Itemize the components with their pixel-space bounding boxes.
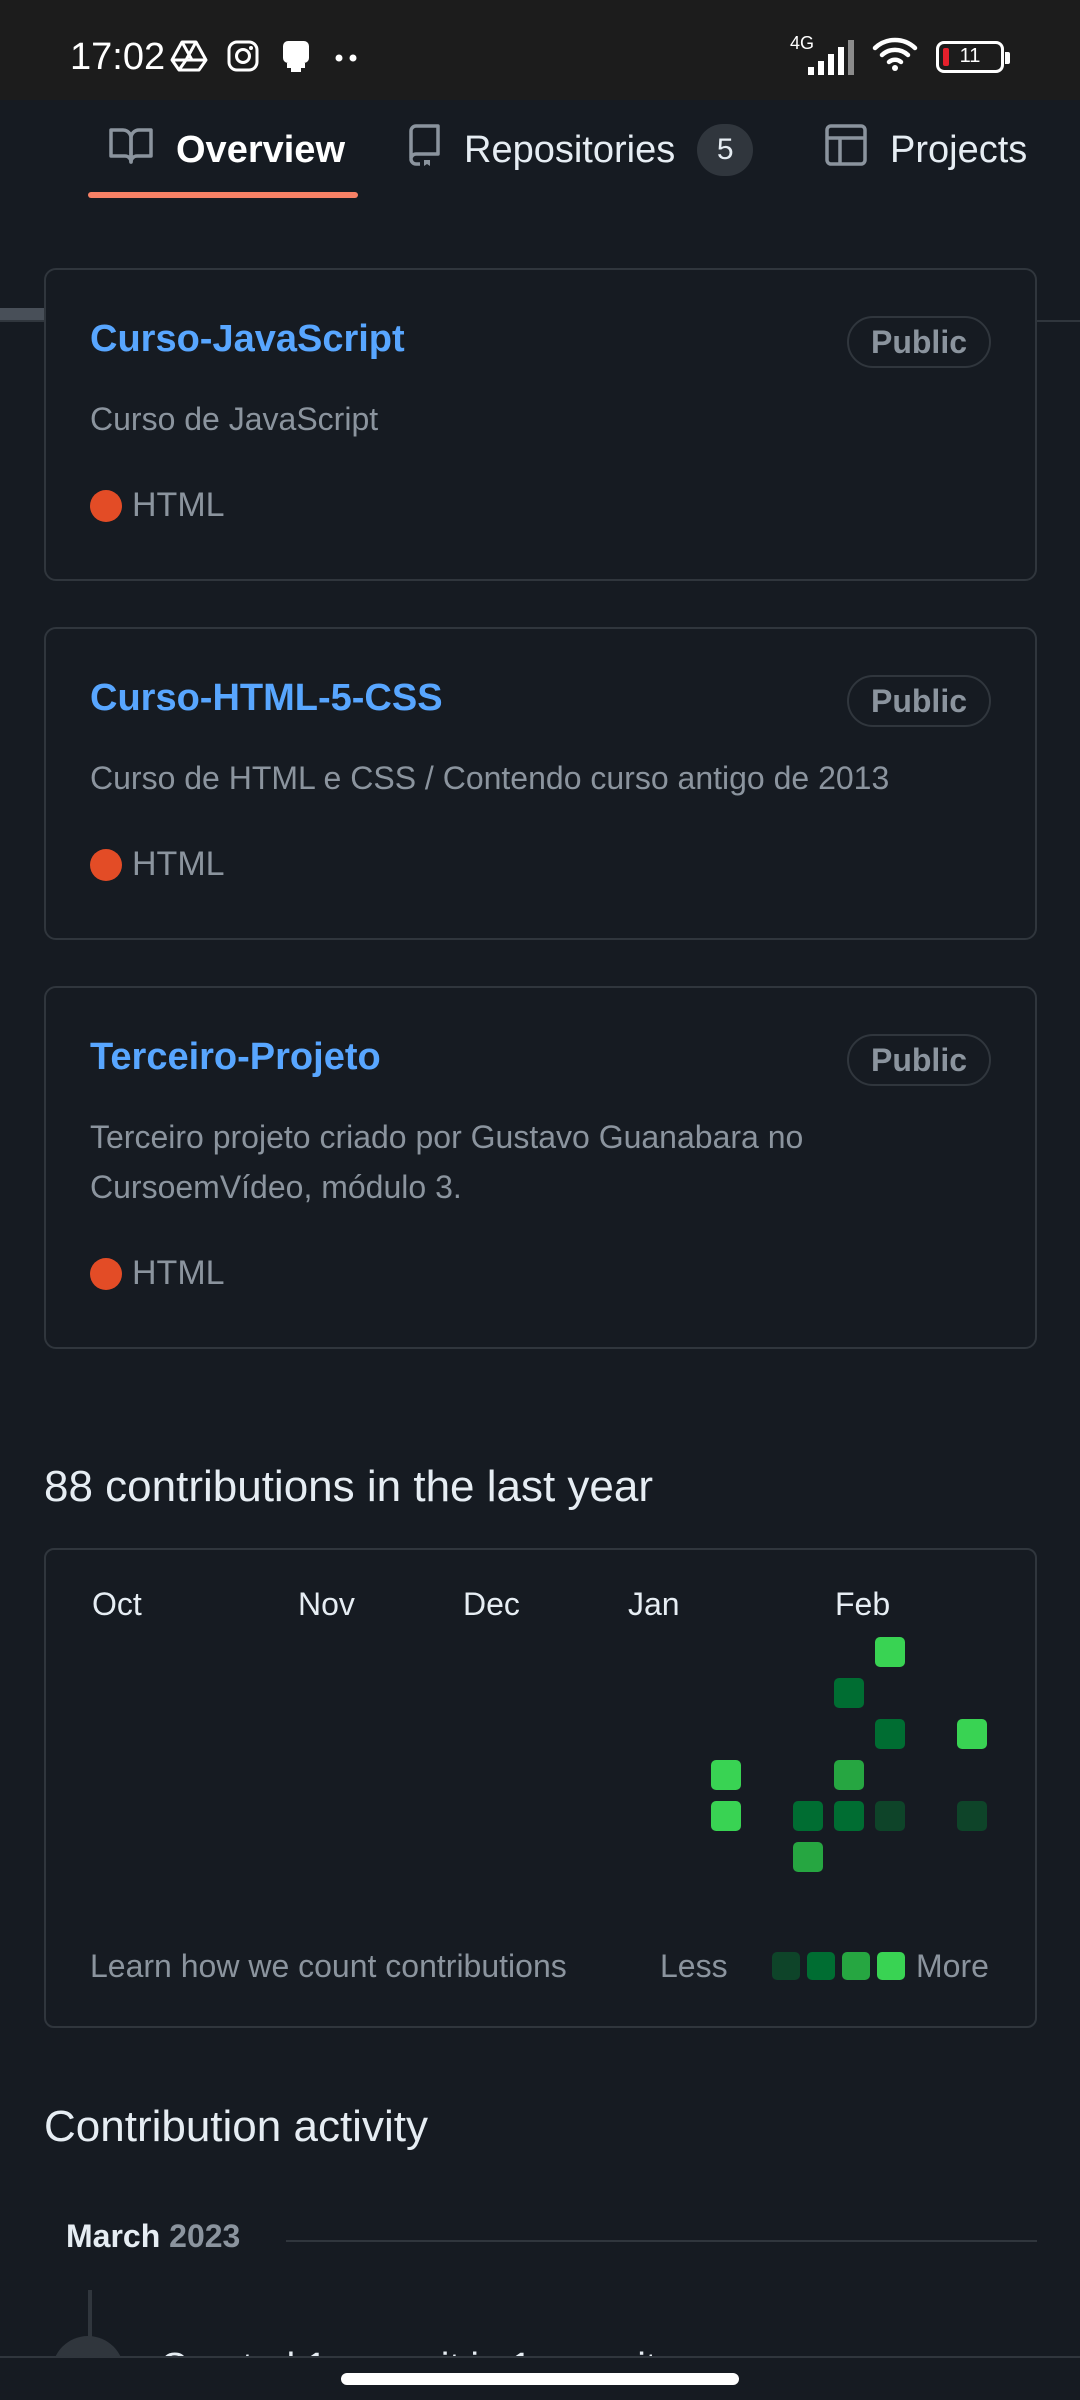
tab-projects[interactable]: Projects [824,100,1027,200]
repo-language-label: HTML [132,1254,225,1292]
legend-less-label: Less [660,1948,728,1984]
github-profile-screen: 17:02 4G 11 Overview Repositories 5 Proj… [0,0,1080,2400]
battery-low-level [943,47,949,66]
repo-language-label: HTML [132,845,225,883]
month-divider [286,2240,1037,2242]
status-bar: 17:02 4G 11 [0,0,1080,110]
home-indicator[interactable] [341,2373,739,2385]
contribution-day[interactable] [834,1760,864,1790]
repo-language-label: HTML [132,486,225,524]
repo-language: HTML [90,845,225,884]
contribution-day[interactable] [875,1719,905,1749]
repo-card[interactable]: Curso-HTML-5-CSS Public Curso de HTML e … [44,627,1037,940]
legend-level-2 [807,1952,835,1980]
tab-overview[interactable]: Overview [108,100,345,200]
repo-language: HTML [90,1254,225,1293]
month-label: Feb [835,1586,891,1622]
contribution-day[interactable] [711,1760,741,1790]
month-label: Oct [92,1586,142,1622]
repo-description: Terceiro projeto criado por Gustavo Guan… [90,1119,804,1205]
tab-projects-label: Projects [890,128,1028,171]
status-right-icons: 4G 11 [790,33,1010,77]
repo-name-link[interactable]: Terceiro-Projeto [90,1036,381,1079]
tab-repositories[interactable]: Repositories 5 [404,100,754,200]
repo-name-link[interactable]: Curso-HTML-5-CSS [90,677,443,720]
contribution-day[interactable] [711,1801,741,1831]
repositories-count-badge: 5 [697,124,754,176]
language-color-dot [90,848,122,881]
tab-overview-label: Overview [176,128,345,171]
contribution-day[interactable] [834,1678,864,1708]
contributions-heading: 88 contributions in the last year [44,1462,654,1511]
contribution-day[interactable] [875,1801,905,1831]
activity-year: 2023 [169,2218,241,2254]
contribution-day[interactable] [875,1637,905,1667]
profile-tabs: Overview Repositories 5 Projects [0,100,1080,322]
more-dots-icon [332,50,362,68]
active-tab-indicator [88,192,358,198]
drive-icon [170,39,208,78]
repo-description: Curso de HTML e CSS / Contendo curso ant… [90,760,890,796]
table-icon [824,123,868,177]
visibility-badge: Public [846,675,991,727]
activity-month-header: March 2023 [66,2218,240,2255]
repo-card[interactable]: Terceiro-Projeto Public Terceiro projeto… [44,986,1037,1349]
cast-icon [278,38,314,79]
contribution-day[interactable] [957,1719,987,1749]
tab-repositories-label: Repositories [464,128,676,171]
repo-icon [404,123,442,177]
contribution-day[interactable] [957,1801,987,1831]
repo-language: HTML [90,486,225,525]
learn-contributions-link[interactable]: Learn how we count contributions [90,1948,567,1985]
repo-name-link[interactable]: Curso-JavaScript [90,318,405,361]
book-icon [108,125,154,175]
legend-level-4 [877,1952,905,1980]
language-color-dot [90,1257,122,1290]
visibility-badge: Public [846,316,991,368]
month-label: Nov [298,1586,355,1622]
legend-more-label: More [916,1948,989,1984]
month-label: Jan [628,1586,680,1622]
repo-card[interactable]: Curso-JavaScript Public Curso de JavaScr… [44,268,1037,581]
repo-description: Curso de JavaScript [90,401,379,437]
instagram-icon [226,39,260,78]
activity-heading: Contribution activity [44,2102,428,2151]
status-time: 17:02 [70,36,166,78]
wifi-icon [872,36,918,77]
battery-icon: 11 [936,40,1010,73]
visibility-badge: Public [846,1034,991,1086]
activity-month: March [66,2218,161,2254]
legend-level-3 [842,1952,870,1980]
contribution-day[interactable] [793,1801,823,1831]
contribution-graph: Oct Nov Dec Jan Feb Learn how we count c… [44,1548,1037,2028]
contribution-day[interactable] [793,1842,823,1872]
status-left-icons [170,38,362,79]
language-color-dot [90,489,122,522]
battery-level: 11 [959,45,981,67]
legend-level-1 [772,1952,800,1980]
signal-icon: 4G [790,33,854,77]
month-label: Dec [463,1586,520,1622]
contribution-day[interactable] [834,1801,864,1831]
